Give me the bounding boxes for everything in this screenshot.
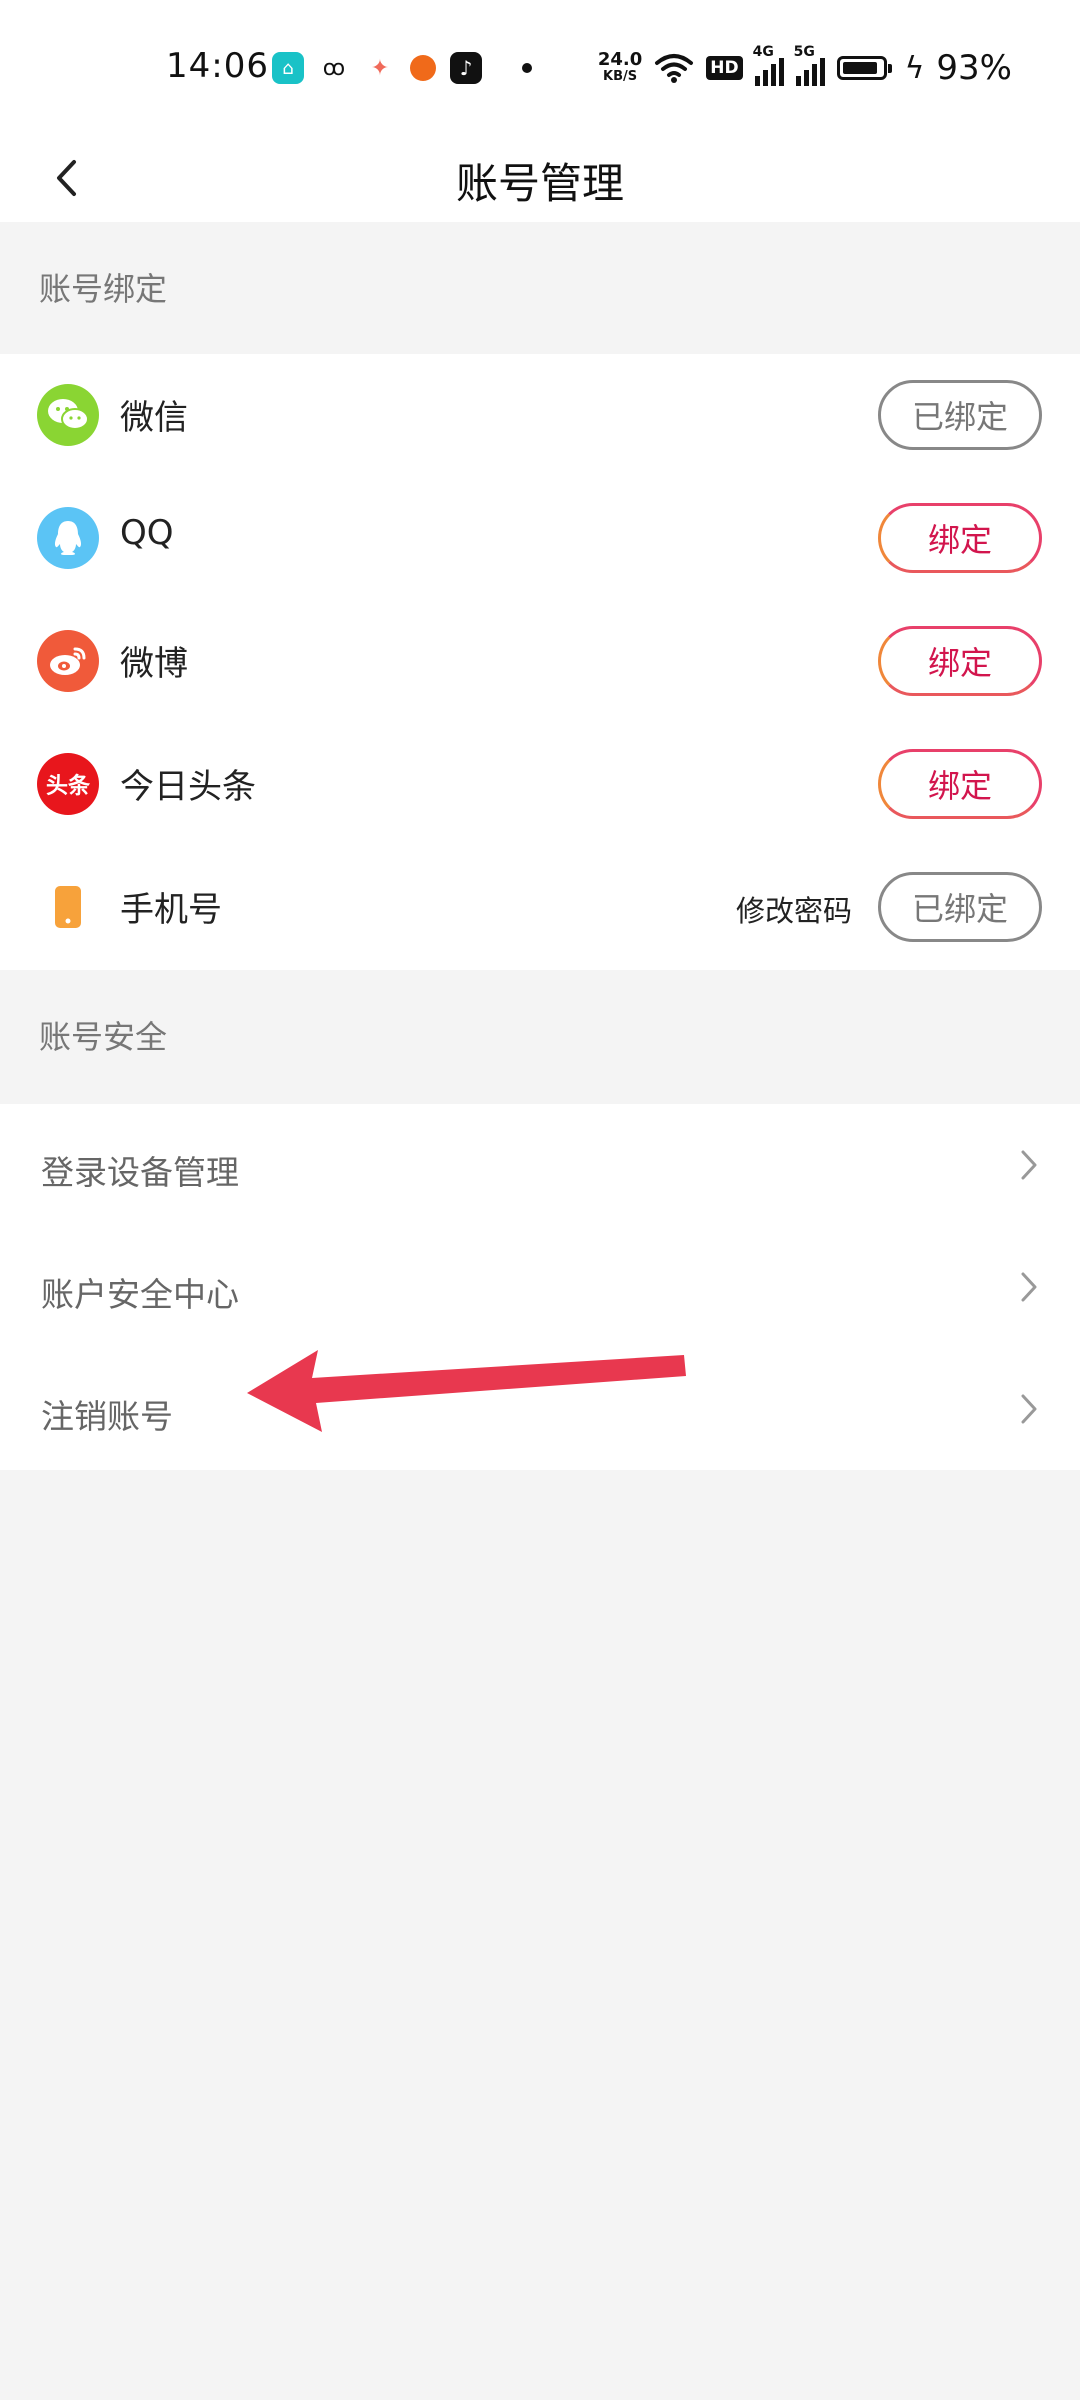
glasses-app-icon: ꝏ [322,55,346,81]
binding-section-header: 账号绑定 [0,222,1080,354]
deactivate-account-item[interactable]: 注销账号 [0,1348,1080,1470]
battery-icon [836,56,892,80]
wifi-icon [655,54,694,83]
hd-voice-icon: HD [706,56,743,80]
account-security-center-item[interactable]: 账户安全中心 [0,1226,1080,1348]
phone-bound-button[interactable]: 已绑定 [878,872,1042,942]
qq-bind-button[interactable]: 绑定 [878,503,1042,573]
binding-label: 手机号 [120,890,222,930]
signal-5g-icon: 5G [794,44,825,86]
home-app-icon: ⌂ [272,52,304,84]
signal-4g-label: 4G [752,44,774,60]
phone-icon [37,876,99,938]
signal-5g-label: 5G [793,44,815,60]
chevron-right-icon [1021,1272,1037,1302]
binding-label: QQ [120,513,174,553]
binding-label: 微博 [120,644,188,684]
tiktok-app-icon: ♪ [450,52,482,84]
security-section-header: 账号安全 [0,970,1080,1104]
menu-label: 注销账号 [41,1397,173,1436]
security-section-title: 账号安全 [39,1018,168,1056]
weibo-icon [37,630,99,692]
game-app-icon: ✦ [370,55,390,81]
binding-section-title: 账号绑定 [39,270,168,308]
wechat-bound-button[interactable]: 已绑定 [878,380,1042,450]
binding-row-toutiao: 头条 今日头条 绑定 [0,723,1080,846]
signal-4g-icon: 4G [753,44,784,86]
security-list: 登录设备管理 账户安全中心 注销账号 [0,1104,1080,1470]
basketball-app-icon [410,55,436,81]
binding-label: 微信 [120,398,188,438]
toutiao-bind-button[interactable]: 绑定 [878,749,1042,819]
wechat-icon [37,384,99,446]
binding-list: 微信 已绑定 QQ 绑定 微博 绑定 头条 今日头条 绑定 手机号 修改密码 已… [0,354,1080,970]
qq-icon [37,507,99,569]
change-password-link[interactable]: 修改密码 [736,888,852,930]
app-header: 账号管理 [0,138,1080,222]
status-time: 14:06 [166,46,269,86]
binding-row-wechat: 微信 已绑定 [0,354,1080,477]
charging-icon: ϟ [904,50,925,86]
more-notifications-dot [522,63,532,73]
network-speed-unit: KB/S [603,69,638,84]
chevron-right-icon [1021,1394,1037,1424]
weibo-bind-button[interactable]: 绑定 [878,626,1042,696]
status-bar: 14:06 ⌂ ꝏ ✦ ♪ 24.0 KB/S HD 4G 5G ϟ 93% [0,0,1080,138]
chevron-right-icon [1021,1150,1037,1180]
menu-label: 账户安全中心 [41,1275,239,1314]
page-title: 账号管理 [455,159,624,208]
notification-icons: ⌂ ꝏ ✦ ♪ [272,50,532,86]
binding-row-phone: 手机号 修改密码 已绑定 [0,846,1080,969]
network-speed: 24.0 KB/S [598,51,642,85]
login-device-management-item[interactable]: 登录设备管理 [0,1104,1080,1226]
menu-label: 登录设备管理 [41,1153,239,1192]
status-indicators: 24.0 KB/S HD 4G 5G ϟ 93% [598,44,1012,90]
binding-row-weibo: 微博 绑定 [0,600,1080,723]
battery-percent: 93% [936,48,1012,88]
toutiao-icon: 头条 [37,753,99,815]
network-speed-value: 24.0 [597,49,643,70]
binding-row-qq: QQ 绑定 [0,477,1080,600]
binding-label: 今日头条 [120,767,256,807]
